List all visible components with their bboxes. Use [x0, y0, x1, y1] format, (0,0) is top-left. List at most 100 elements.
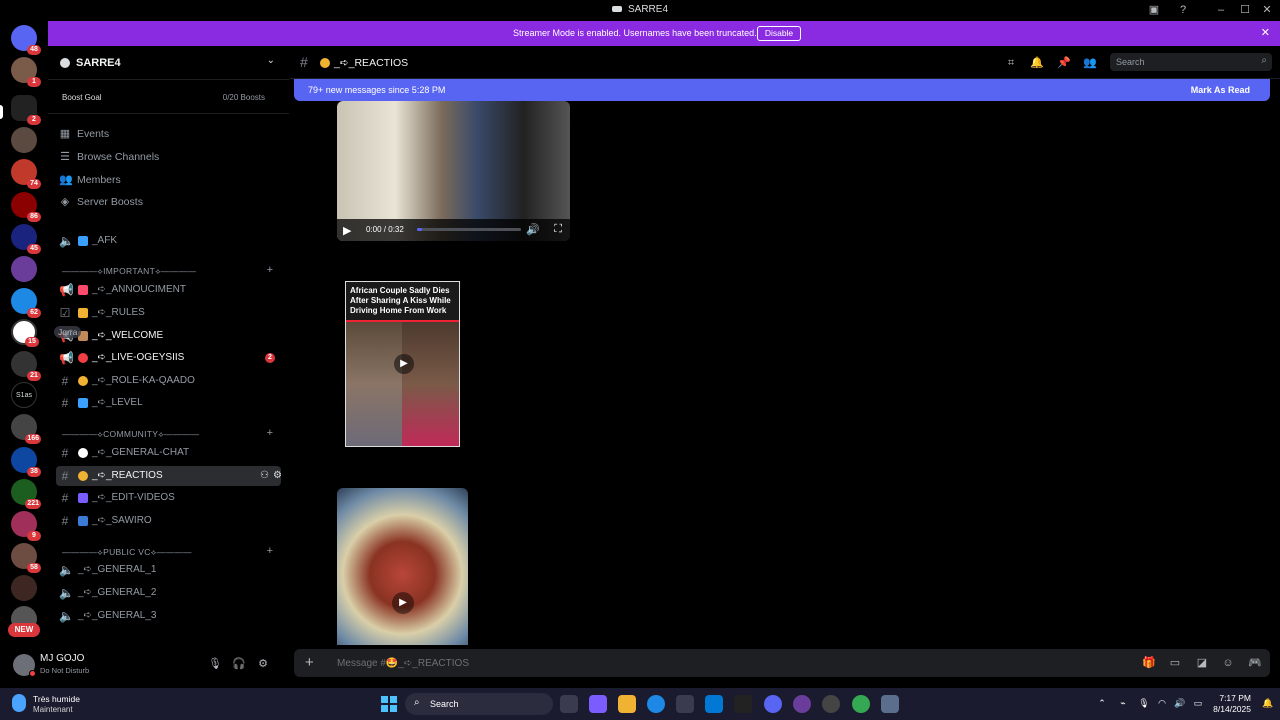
taskbar-search[interactable]: ⌕ Search: [405, 693, 553, 715]
channel-sawiro[interactable]: # _➪_SAWIRO: [56, 511, 281, 531]
copilot-icon[interactable]: [589, 695, 607, 713]
video-attachment[interactable]: African Couple Sadly Dies After Sharing …: [345, 281, 460, 447]
volume-tray-icon[interactable]: 🔊: [1174, 697, 1186, 709]
server-icon[interactable]: 62: [11, 288, 41, 318]
store-icon[interactable]: [676, 695, 694, 713]
server-icon-text[interactable]: S1as: [11, 382, 37, 408]
channel-rules[interactable]: ☑ _➪_RULES: [56, 303, 281, 323]
channel-edit-videos[interactable]: # _➪_EDIT-VIDEOS: [56, 488, 281, 508]
nav-server-boosts[interactable]: ◈ Server Boosts: [56, 192, 281, 212]
discord-icon[interactable]: [764, 695, 782, 713]
channel-general-chat[interactable]: # _➪_GENERAL-CHAT: [56, 443, 281, 463]
threads-icon[interactable]: ⌗: [1004, 56, 1018, 70]
attach-plus-icon[interactable]: +: [305, 654, 314, 671]
edge-icon[interactable]: [647, 695, 665, 713]
channel-announcement[interactable]: 📢 _➪_ANNOUCIMENT: [56, 280, 281, 300]
direct-messages-icon[interactable]: 48: [11, 25, 41, 55]
nav-members[interactable]: 👥 Members: [56, 170, 281, 190]
channel-welcome[interactable]: 📢 _➪_WELCOME: [56, 326, 281, 346]
play-icon[interactable]: ▶: [343, 224, 351, 237]
app-icon[interactable]: [734, 695, 752, 713]
network-icon[interactable]: ⌁: [1117, 697, 1129, 709]
headphones-icon[interactable]: 🎧: [232, 657, 246, 671]
play-icon[interactable]: ▶: [394, 354, 414, 374]
nav-browse-channels[interactable]: ☰ Browse Channels: [56, 147, 281, 167]
notification-bell-icon[interactable]: 🔔: [1262, 697, 1274, 709]
voice-channel-afk[interactable]: 🔈 _AFK: [56, 231, 281, 251]
file-explorer-icon[interactable]: [618, 695, 636, 713]
server-icon[interactable]: 15: [11, 319, 39, 347]
voice-channel-general-3[interactable]: 🔈 _➪_GENERAL_3: [56, 606, 281, 626]
emoji-icon[interactable]: ☺: [1221, 656, 1235, 670]
microphone-tray-icon[interactable]: 🎙: [1138, 697, 1150, 709]
channel-live-ogeysiis[interactable]: 📢 _➪_LIVE-OGEYSIIS 2: [56, 348, 281, 368]
add-channel-icon[interactable]: +: [267, 427, 273, 439]
video-attachment[interactable]: ▶ 0:00 / 0:32 🔊 ⛶: [337, 101, 570, 241]
fullscreen-icon[interactable]: ⛶: [554, 223, 562, 236]
help-icon[interactable]: ?: [1174, 2, 1192, 18]
taskbar-clock[interactable]: 7:17 PM 8/14/2025: [1213, 693, 1251, 715]
video-attachment[interactable]: ▶: [337, 488, 468, 645]
chevron-up-icon[interactable]: ⌃: [1096, 697, 1108, 709]
server-icon[interactable]: 221: [11, 479, 41, 509]
volume-icon[interactable]: 🔊: [526, 223, 540, 236]
server-icon[interactable]: 86: [11, 192, 41, 222]
add-channel-icon[interactable]: +: [267, 545, 273, 557]
server-icon[interactable]: 166: [11, 414, 41, 444]
wifi-icon[interactable]: ◠: [1156, 697, 1168, 709]
gif-icon[interactable]: ▭: [1168, 656, 1182, 670]
weather-icon[interactable]: [12, 694, 26, 712]
minimize-button[interactable]: –: [1212, 2, 1230, 18]
server-icon[interactable]: [11, 256, 37, 282]
channel-level[interactable]: # _➪_LEVEL: [56, 393, 281, 413]
close-button[interactable]: ✕: [1258, 2, 1276, 18]
message-composer[interactable]: + Message #🤩_➪_REACTIOS 🎁 ▭ ◪ ☺ 🎮: [294, 649, 1270, 677]
maximize-button[interactable]: ☐: [1236, 2, 1254, 18]
server-icon[interactable]: 45: [11, 224, 41, 254]
boost-goal-bar[interactable]: Boost Goal 0/20 Boosts: [48, 80, 289, 114]
new-messages-bar[interactable]: 79+ new messages since 5:28 PM Mark As R…: [294, 79, 1270, 101]
invite-icon[interactable]: ⚇: [260, 470, 269, 481]
microphone-icon[interactable]: 🎙: [208, 657, 222, 671]
server-icon[interactable]: 9: [11, 511, 41, 541]
app-icon[interactable]: [822, 695, 840, 713]
chevron-down-icon[interactable]: ⌄: [267, 55, 275, 66]
message-list[interactable]: ▶ 0:00 / 0:32 🔊 ⛶ African Couple Sadly D…: [289, 101, 1280, 645]
app-icon[interactable]: [793, 695, 811, 713]
chrome-icon[interactable]: [852, 695, 870, 713]
server-icon[interactable]: 74: [11, 159, 41, 189]
voice-channel-general-1[interactable]: 🔈 _➪_GENERAL_1: [56, 560, 281, 580]
add-channel-icon[interactable]: +: [267, 264, 273, 276]
search-input[interactable]: Search ⌕: [1110, 53, 1272, 71]
task-view-icon[interactable]: [560, 695, 578, 713]
server-icon[interactable]: 21: [11, 351, 41, 381]
voice-channel-general-2[interactable]: 🔈 _➪_GENERAL_2: [56, 583, 281, 603]
close-banner-icon[interactable]: ✕: [1261, 26, 1270, 39]
mark-as-read-button[interactable]: Mark As Read: [1191, 85, 1250, 95]
start-button[interactable]: [381, 696, 397, 712]
members-list-icon[interactable]: 👥: [1083, 56, 1097, 70]
outlook-icon[interactable]: [705, 695, 723, 713]
gear-icon[interactable]: ⚙: [273, 470, 282, 481]
server-icon-sarre4[interactable]: 2: [11, 95, 41, 125]
category-community[interactable]: ————⟡COMMUNITY⟡———— +: [58, 427, 283, 441]
server-icon[interactable]: [11, 127, 37, 153]
video-progress-bar[interactable]: [417, 228, 521, 231]
settings-app-icon[interactable]: [881, 695, 899, 713]
channel-role-ka-qaado[interactable]: # _➪_ROLE-KA-QAADO: [56, 371, 281, 391]
category-public-vc[interactable]: ————⟡PUBLIC VC⟡———— +: [58, 545, 283, 559]
sticker-icon[interactable]: ◪: [1195, 656, 1209, 670]
server-icon[interactable]: 1: [11, 57, 41, 87]
category-important[interactable]: ————⟡IMPORTANT⟡———— +: [58, 264, 283, 278]
server-icon[interactable]: 38: [11, 447, 41, 477]
nav-events[interactable]: ▦ Events: [56, 124, 281, 144]
server-icon[interactable]: [11, 575, 37, 601]
channel-reactios[interactable]: # _➪_REACTIOS ⚇ ⚙: [56, 466, 282, 486]
message-input[interactable]: Message #🤩_➪_REACTIOS: [337, 658, 469, 669]
gift-icon[interactable]: 🎁: [1142, 656, 1156, 670]
battery-icon[interactable]: ▭: [1192, 697, 1204, 709]
server-icon[interactable]: 58: [11, 543, 41, 573]
bell-icon[interactable]: 🔔: [1030, 56, 1044, 70]
inbox-icon[interactable]: ▣: [1145, 2, 1163, 18]
new-servers-badge[interactable]: NEW: [8, 623, 40, 637]
